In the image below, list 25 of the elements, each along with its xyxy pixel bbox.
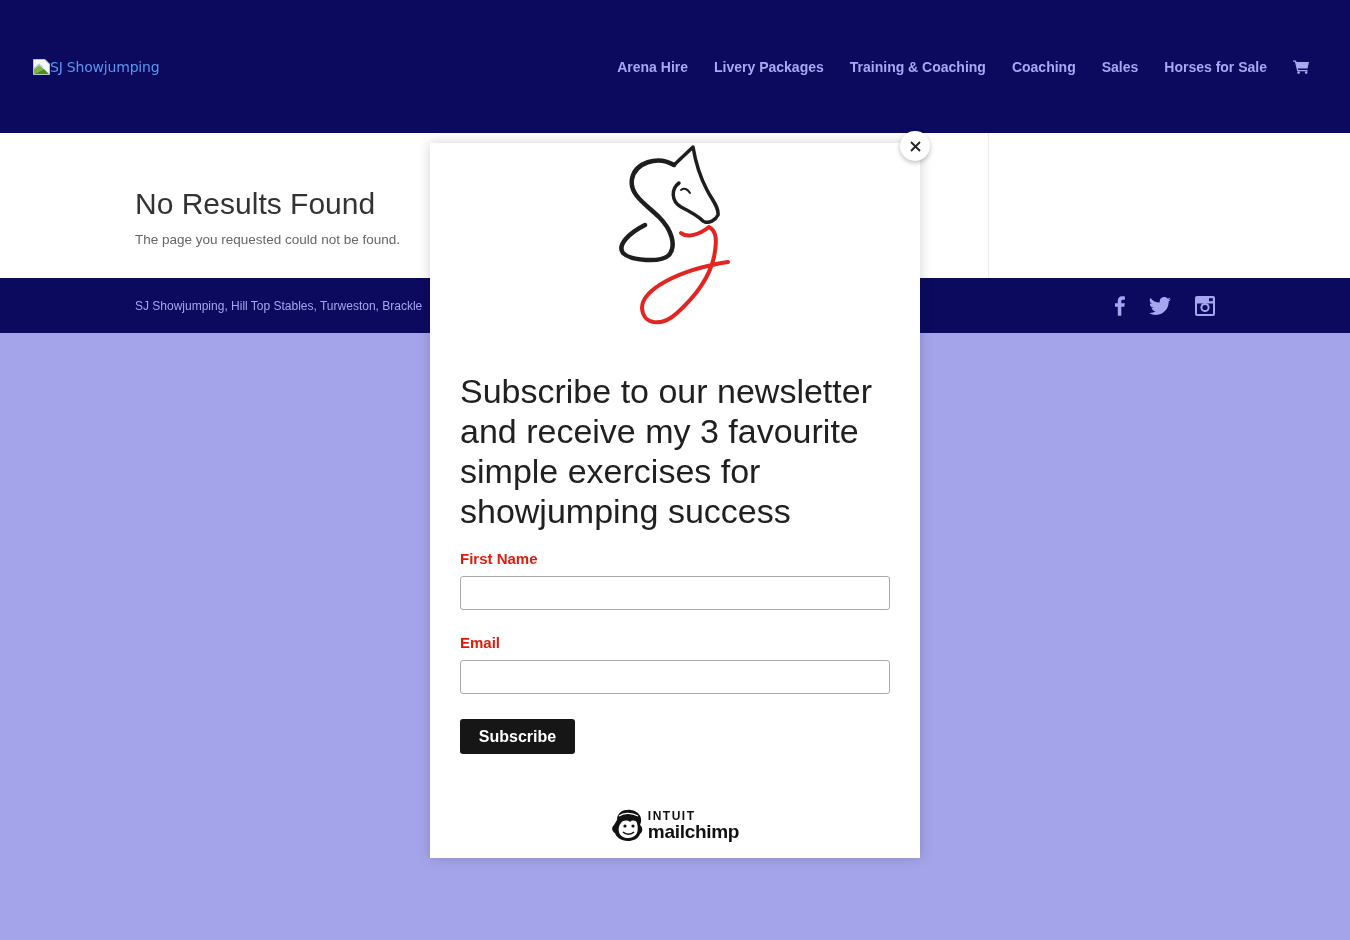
- nav-link[interactable]: Coaching: [1011, 58, 1076, 75]
- nav-link[interactable]: Sales: [1101, 58, 1139, 75]
- popup-heading: Subscribe to our newsletter and receive my 3 favourite simple exercises for showjumping success: [460, 371, 873, 531]
- text-input[interactable]: [460, 576, 890, 610]
- footer-address: SJ Showjumping, Hill Top Stables, Turweston, Brackle: [135, 298, 423, 313]
- field-label: Email: [460, 633, 501, 653]
- chimp-icon: [610, 808, 645, 842]
- nav-link[interactable]: Arena Hire: [617, 58, 689, 75]
- nav-link[interactable]: Livery Packages: [714, 58, 824, 75]
- facebook-icon[interactable]: [1115, 295, 1125, 316]
- close-icon: [909, 140, 921, 152]
- brand-name: mailchimp: [647, 821, 740, 841]
- subscribe-button[interactable]: Subscribe: [460, 719, 575, 754]
- brand-caption: INTUIT: [647, 809, 697, 822]
- page-title: No Results Found: [135, 186, 376, 222]
- broken-image-icon: [33, 58, 50, 75]
- nav-link[interactable]: Training & Coaching: [849, 58, 986, 75]
- nav-link[interactable]: Horses for Sale: [1164, 58, 1267, 75]
- logo-link[interactable]: SJ Showjumping: [33, 58, 160, 75]
- twitter-icon[interactable]: [1149, 296, 1171, 315]
- instagram-icon[interactable]: [1195, 295, 1215, 316]
- field-label: First Name: [460, 549, 538, 569]
- not-found-message: The page you requested could not be found.: [135, 231, 400, 249]
- cart-icon[interactable]: [1293, 59, 1309, 74]
- text-input[interactable]: [460, 660, 890, 694]
